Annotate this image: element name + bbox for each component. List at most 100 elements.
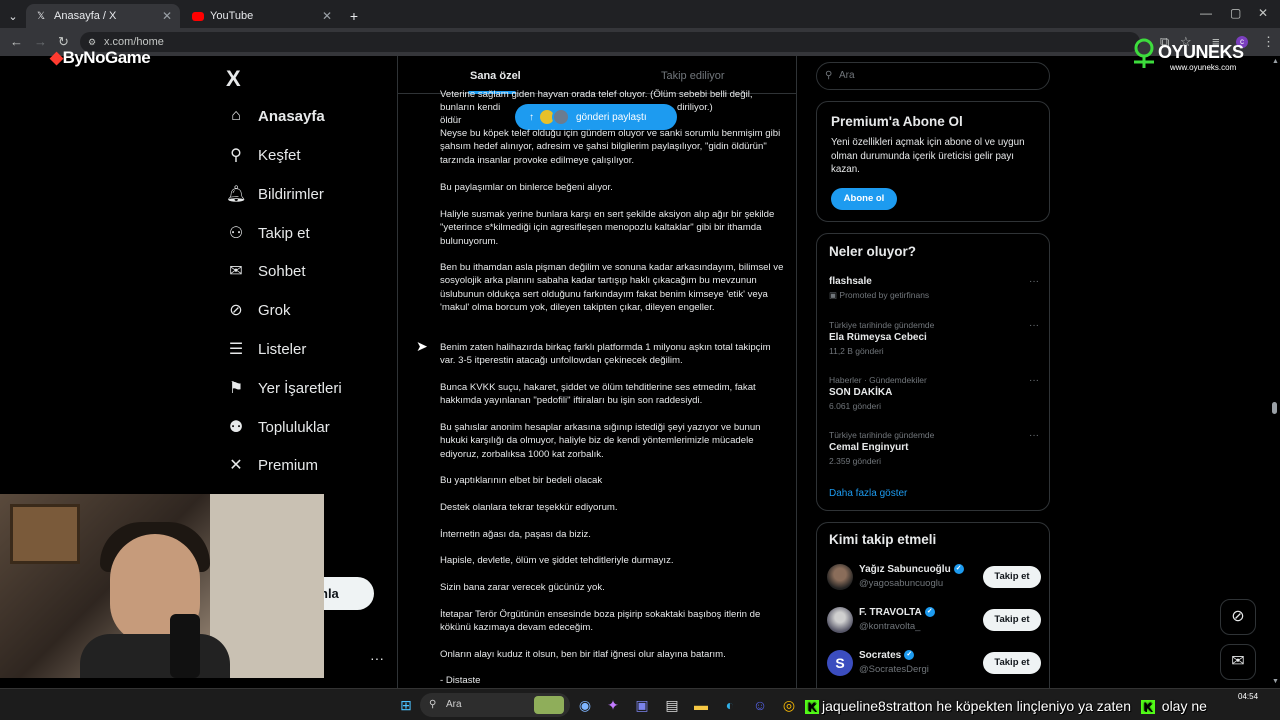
address-bar[interactable]: ⚙ x.com/home — [80, 32, 1140, 52]
oyuneks-mascot-icon — [1134, 38, 1154, 68]
grok-fab-button[interactable]: ⊘ — [1220, 599, 1256, 635]
search-input[interactable]: ⚲ Ara — [816, 62, 1050, 90]
nav-item-grok[interactable]: ⊘ Grok — [226, 294, 376, 326]
home-icon: ⌂ — [231, 107, 241, 124]
nav-item-chat[interactable]: ✉ Sohbet — [226, 255, 376, 287]
scroll-up-icon[interactable]: ▲ — [1272, 58, 1279, 65]
who-to-follow-title: Kimi takip etmeli — [829, 532, 937, 547]
nav-item-explore[interactable]: ⚲ Keşfet — [226, 139, 376, 171]
trend-item[interactable]: Türkiye tarihinde gündemde Cemal Enginyu… — [829, 430, 1041, 466]
follow-button[interactable]: Takip et — [983, 652, 1041, 674]
follow-suggestion[interactable]: Yağız Sabuncuoğlu ✓ @yagosabuncuoglu Taki… — [827, 560, 1041, 596]
more-dots-icon[interactable]: ··· — [1029, 276, 1039, 287]
nav-item-label: Keşfet — [258, 146, 301, 164]
post-paragraph: Onların alayı kuduz it olsun, ben bir it… — [440, 649, 726, 660]
search-highlight-icon — [534, 696, 564, 714]
chat-username: jaqueline8stratton — [822, 698, 933, 714]
copilot-icon[interactable]: ◉ — [575, 695, 595, 715]
scrollbar-thumb[interactable] — [1272, 402, 1277, 414]
page-scrollbar[interactable] — [1270, 56, 1280, 688]
close-window-icon[interactable]: ✕ — [1258, 6, 1268, 20]
menu-dots-icon[interactable]: ⋮ — [1262, 34, 1275, 50]
taskbar-clock[interactable]: 04:54 — [1238, 692, 1258, 701]
grok-icon: ⊘ — [229, 302, 243, 319]
discord-icon[interactable]: ☺ — [750, 695, 770, 715]
scroll-down-icon[interactable]: ▼ — [1272, 678, 1279, 685]
tab-for-you[interactable]: Sana özel — [470, 70, 521, 82]
nav-item-follow[interactable]: ⚇ Takip et — [226, 217, 376, 249]
back-icon[interactable]: ← — [10, 34, 23, 49]
x-logo-icon[interactable]: X — [226, 66, 241, 92]
bookmark-icon: ⚑ — [228, 380, 244, 397]
new-tab-button[interactable]: + — [344, 4, 364, 28]
nav-item-label: Anasayfa — [258, 107, 325, 125]
tab-anasayfa[interactable]: 𝕏 Anasayfa / X ✕ — [26, 4, 180, 28]
trend-item[interactable]: flashsale ▣ Promoted by getirfinans ··· — [829, 276, 1041, 301]
tab-list-button[interactable]: ⌄ — [4, 4, 22, 28]
chrome-icon[interactable]: ◎ — [779, 695, 799, 715]
kick-logo-icon: K — [1140, 700, 1155, 714]
follow-suggestion[interactable]: S Socrates ✓ @SocratesDergi Takip et — [827, 646, 1041, 682]
x-premium-icon: ✕ — [229, 457, 243, 474]
suggestion-name: F. TRAVOLTA ✓ — [859, 607, 935, 618]
promoted-icon: ▣ — [829, 290, 840, 300]
post-paragraph: - Distaste — [440, 675, 481, 686]
more-dots-icon[interactable]: ··· — [1029, 375, 1039, 386]
forward-icon[interactable]: → — [34, 34, 47, 49]
chevron-down-icon: ⌄ — [8, 10, 18, 23]
post-paragraph: Neyse bu köpek telef olduğu için gündem … — [440, 128, 781, 166]
mouse-cursor-icon: ➤ — [416, 338, 428, 354]
post-paragraph: bunların kendi öldür — [440, 102, 501, 127]
verified-badge-icon: ✓ — [924, 607, 935, 618]
post-paragraph: İnternetin ağası da, paşası da biziz. — [440, 529, 591, 540]
taskbar-search[interactable]: ⚲ Ara — [420, 693, 570, 717]
nav-item-bookmarks[interactable]: ⚑ Yer İşaretleri — [226, 372, 376, 404]
close-tab-icon[interactable]: ✕ — [322, 9, 332, 23]
trend-count: 2.359 gönderi — [829, 456, 881, 466]
trend-meta: Türkiye tarihinde gündemde — [829, 320, 935, 330]
trends-card: Neler oluyor? flashsale ▣ Promoted by ge… — [816, 233, 1050, 511]
close-tab-icon[interactable]: ✕ — [162, 9, 172, 23]
account-menu-dots-icon[interactable]: ··· — [370, 650, 384, 666]
file-explorer-icon[interactable]: ▬ — [691, 695, 711, 715]
show-more-link[interactable]: Daha fazla göster — [829, 488, 907, 499]
post-paragraph: Veterine sağlam giden hayvan orada telef… — [440, 89, 753, 100]
arrow-up-icon: ↑ — [529, 111, 534, 123]
more-dots-icon[interactable]: ··· — [1029, 320, 1039, 331]
nav-item-home[interactable]: ⌂ Anasayfa — [226, 100, 376, 132]
more-dots-icon[interactable]: ··· — [1029, 430, 1039, 441]
nav-item-label: Takip et — [258, 224, 310, 242]
trend-item[interactable]: Türkiye tarihinde gündemde Ela Rümeysa C… — [829, 320, 1041, 356]
nav-item-label: Listeler — [258, 340, 307, 358]
teams-icon[interactable]: ▣ — [632, 695, 652, 715]
post-paragraph: Bu paylaşımlar on binlerce beğeni alıyor… — [440, 182, 613, 193]
follow-button[interactable]: Takip et — [983, 566, 1041, 588]
minimize-icon[interactable]: — — [1200, 6, 1212, 20]
nav-item-lists[interactable]: ☰ Listeler — [226, 333, 376, 365]
post-paragraph: Sizin bana zarar verecek gücünüz yok. — [440, 582, 605, 593]
nav-item-label: Bildirimler — [258, 185, 324, 203]
tab-youtube[interactable]: YouTube ✕ — [184, 4, 340, 28]
post-paragraph: Bu şahıslar anonim hesaplar arkasına sığ… — [440, 422, 761, 460]
taskbar-search-label: Ara — [446, 699, 462, 710]
nav-item-communities[interactable]: ⚉ Topluluklar — [226, 411, 376, 443]
nav-item-notifications[interactable]: 🔔︎ Bildirimler — [226, 178, 376, 210]
trend-item[interactable]: Haberler · Gündemdekiler SON DAKİKA 6.06… — [829, 375, 1041, 411]
subscribe-button[interactable]: Abone ol — [831, 188, 897, 210]
store-icon[interactable]: ▤ — [662, 695, 682, 715]
tab-following[interactable]: Takip ediliyor — [661, 70, 725, 82]
follow-button[interactable]: Takip et — [983, 609, 1041, 631]
nav-item-premium[interactable]: ✕ Premium — [226, 449, 376, 481]
windows-start-icon[interactable]: ⊞ — [396, 695, 416, 715]
maximize-icon[interactable]: ▢ — [1230, 6, 1241, 20]
post-paragraph: Destek olanlara tekrar teşekkür ediyorum… — [440, 502, 618, 513]
messages-fab-button[interactable]: ✉ — [1220, 644, 1256, 680]
premium-description: Yeni özellikleri açmak için abone ol ve … — [831, 137, 1025, 175]
edge-icon[interactable]: ◐ — [720, 695, 740, 715]
search-icon: ⚲ — [825, 70, 833, 81]
widgets-icon[interactable]: ✦ — [603, 695, 623, 715]
follow-suggestion[interactable]: F. TRAVOLTA ✓ @kontravolta_ Takip et — [827, 603, 1041, 639]
nav-item-label: Yer İşaretleri — [258, 379, 342, 397]
post-paragraph: Bunca KVKK suçu, hakaret, şiddet ve ölüm… — [440, 382, 756, 407]
post-paragraph: İtetapar Terör Örgütünün ensesinde boza … — [440, 609, 761, 634]
